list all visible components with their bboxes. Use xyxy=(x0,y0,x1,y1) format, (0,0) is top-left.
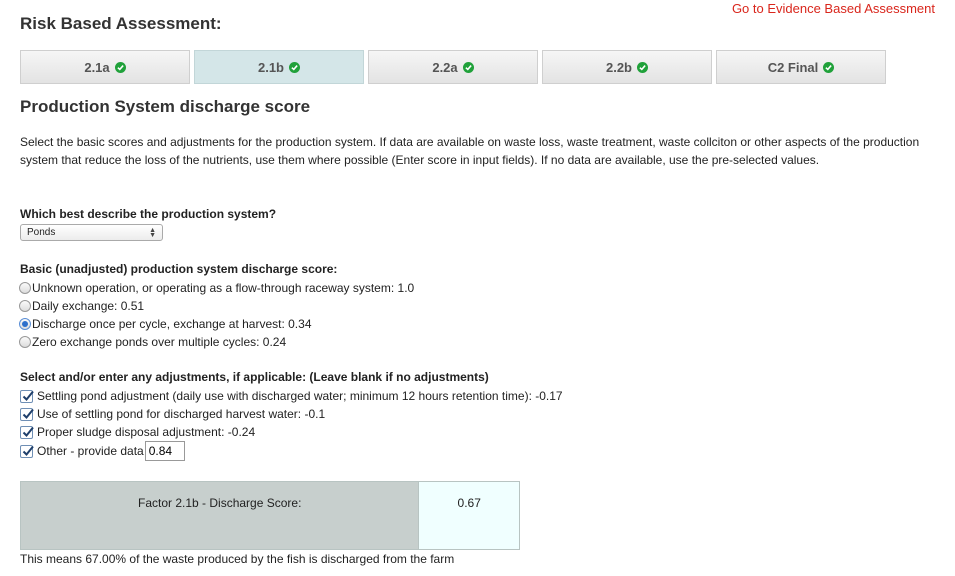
adjustment-label: Proper sludge disposal adjustment: -0.24 xyxy=(37,425,256,439)
checkmark-icon xyxy=(22,390,34,401)
result-value: 0.67 xyxy=(418,482,519,549)
adjustment-harvest-water[interactable]: Use of settling pond for discharged harv… xyxy=(20,405,325,423)
option-label: Discharge once per cycle, exchange at ha… xyxy=(32,317,312,331)
check-circle-icon xyxy=(114,61,126,73)
option-label: Unknown operation, or operating as a flo… xyxy=(32,281,415,295)
tab-label: 2.1a xyxy=(84,59,110,75)
adjustment-settling-pond[interactable]: Settling pond adjustment (daily use with… xyxy=(20,387,563,405)
tab-2-1b[interactable]: 2.1b xyxy=(194,50,364,84)
check-circle-icon xyxy=(637,61,648,73)
basic-score-option-once-per-cycle[interactable]: Discharge once per cycle, exchange at ha… xyxy=(19,315,312,333)
option-label: Daily exchange: 0.51 xyxy=(32,299,145,313)
adjustment-sludge-disposal[interactable]: Proper sludge disposal adjustment: -0.24 xyxy=(20,423,255,441)
check-circle-icon xyxy=(289,61,300,73)
select-arrows-icon: ▲ ▼ xyxy=(149,226,156,239)
basic-score-option-zero-exchange[interactable]: Zero exchange ponds over multiple cycles… xyxy=(19,333,286,351)
basic-score-option-unknown[interactable]: Unknown operation, or operating as a flo… xyxy=(19,279,414,297)
adjustment-label: Settling pond adjustment (daily use with… xyxy=(37,389,563,403)
radio-button[interactable] xyxy=(19,300,31,312)
page-title: Risk Based Assessment: xyxy=(20,14,222,33)
tab-label: 2.2b xyxy=(605,59,632,75)
adjustment-other[interactable]: Other - provide data xyxy=(20,440,185,462)
tab-label: 2.1b xyxy=(257,59,284,75)
checkbox-checked[interactable] xyxy=(20,425,34,439)
option-label: Zero exchange ponds over multiple cycles… xyxy=(32,335,287,349)
checkmark-icon xyxy=(22,426,34,437)
basic-score-heading: Basic (unadjusted) production system dis… xyxy=(20,262,338,276)
adjustment-label: Use of settling pond for discharged harv… xyxy=(37,407,326,421)
tab-2-2a[interactable]: 2.2a xyxy=(368,50,538,84)
checkbox-checked[interactable] xyxy=(20,389,34,403)
basic-score-option-daily[interactable]: Daily exchange: 0.51 xyxy=(19,297,144,315)
production-system-select[interactable]: Ponds ▲ ▼ xyxy=(20,224,163,241)
result-label: Factor 2.1b - Discharge Score: xyxy=(21,482,419,549)
section-title: Production System discharge score xyxy=(20,97,311,116)
radio-button[interactable] xyxy=(19,336,31,348)
check-circle-icon xyxy=(462,61,474,73)
check-circle-icon xyxy=(823,61,835,73)
tab-2-1a[interactable]: 2.1a xyxy=(20,50,190,84)
tab-2-2b[interactable]: 2.2b xyxy=(542,50,712,84)
tab-bar: 2.1a 2.1b 2.2a 2.2b C2 Final xyxy=(20,50,890,84)
intro-text: Select the basic scores and adjustments … xyxy=(20,135,920,167)
checkbox-checked[interactable] xyxy=(20,407,34,421)
tab-c2-final[interactable]: C2 Final xyxy=(716,50,886,84)
adjustment-label: Other - provide data xyxy=(37,444,144,458)
production-system-question: Which best describe the production syste… xyxy=(20,207,277,221)
other-adjustment-input[interactable] xyxy=(144,441,185,461)
adjustments-heading: Select and/or enter any adjustments, if … xyxy=(20,370,489,384)
checkmark-icon xyxy=(22,445,34,456)
tab-label: C2 Final xyxy=(767,59,819,75)
checkmark-icon xyxy=(22,408,34,419)
production-system-selected-value: Ponds xyxy=(27,227,56,238)
discharge-score-result: Factor 2.1b - Discharge Score: 0.67 xyxy=(20,481,520,550)
result-summary: This means 67.00% of the waste produced … xyxy=(20,552,455,566)
radio-button-selected[interactable] xyxy=(19,318,31,330)
checkbox-checked[interactable] xyxy=(20,444,34,458)
tab-label: 2.2a xyxy=(432,59,458,75)
evidence-based-assessment-link[interactable]: Go to Evidence Based Assessment xyxy=(732,1,935,16)
radio-button[interactable] xyxy=(19,282,31,294)
